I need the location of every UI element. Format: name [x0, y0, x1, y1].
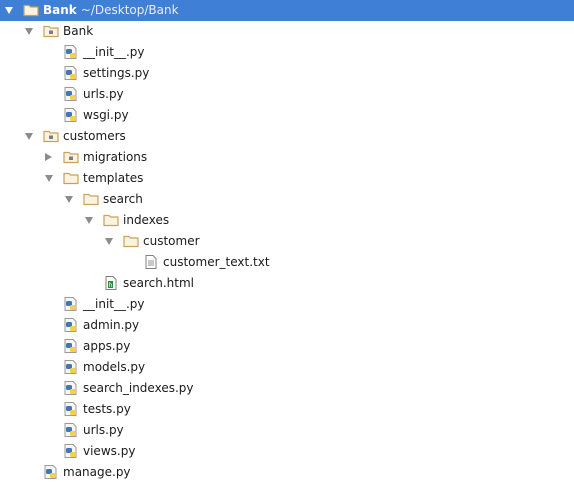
python-file-icon — [63, 380, 79, 396]
package-icon — [43, 23, 59, 39]
tree-row[interactable]: customers — [0, 126, 574, 147]
collapse-arrow-icon[interactable] — [45, 153, 52, 161]
tree-row[interactable]: Bank — [0, 21, 574, 42]
python-file-icon — [63, 401, 79, 417]
folder-icon — [123, 233, 139, 249]
project-path: ~/Desktop/Bank — [80, 3, 179, 17]
tree-item-label: migrations — [83, 150, 148, 164]
tree-row[interactable]: templates — [0, 168, 574, 189]
tree-item-label: Bank ~/Desktop/Bank — [43, 3, 179, 17]
tree-item-label: Bank — [63, 24, 94, 38]
tree-item-label: apps.py — [83, 339, 131, 353]
tree-row[interactable]: urls.py — [0, 84, 574, 105]
tree-row[interactable]: __init__.py — [0, 294, 574, 315]
tree-row[interactable]: tests.py — [0, 399, 574, 420]
python-file-icon — [63, 65, 79, 81]
tree-row[interactable]: Bank ~/Desktop/Bank — [0, 0, 574, 21]
tree-item-label: wsgi.py — [83, 108, 129, 122]
tree-item-label: tests.py — [83, 402, 131, 416]
python-file-icon — [63, 422, 79, 438]
tree-row[interactable]: views.py — [0, 441, 574, 462]
python-file-icon — [63, 107, 79, 123]
tree-item-label: views.py — [83, 444, 136, 458]
expand-arrow-icon[interactable] — [25, 28, 33, 35]
tree-row[interactable]: customer — [0, 231, 574, 252]
python-file-icon — [63, 296, 79, 312]
expand-arrow-icon[interactable] — [5, 7, 13, 14]
package-icon — [63, 149, 79, 165]
python-file-icon — [43, 464, 59, 480]
tree-item-label: customer — [143, 234, 200, 248]
tree-item-label: customer_text.txt — [163, 255, 270, 269]
folder-icon — [83, 191, 99, 207]
python-file-icon — [63, 86, 79, 102]
tree-item-label: __init__.py — [83, 45, 145, 59]
expand-arrow-icon[interactable] — [85, 217, 93, 224]
tree-row[interactable]: search_indexes.py — [0, 378, 574, 399]
tree-item-label: templates — [83, 171, 144, 185]
folder-icon — [63, 170, 79, 186]
tree-row[interactable]: models.py — [0, 357, 574, 378]
tree-row[interactable]: h search.html — [0, 273, 574, 294]
folder-icon — [23, 2, 39, 18]
tree-row[interactable]: customer_text.txt — [0, 252, 574, 273]
tree-item-label: search — [103, 192, 143, 206]
tree-item-label: search_indexes.py — [83, 381, 194, 395]
expand-arrow-icon[interactable] — [25, 133, 33, 140]
tree-row[interactable]: apps.py — [0, 336, 574, 357]
python-file-icon — [63, 359, 79, 375]
tree-item-label: settings.py — [83, 66, 150, 80]
tree-item-label: customers — [63, 129, 126, 143]
tree-item-label: admin.py — [83, 318, 140, 332]
project-tree: Bank ~/Desktop/Bank Bank __init__.py sett… — [0, 0, 574, 490]
package-icon — [43, 128, 59, 144]
tree-item-label: __init__.py — [83, 297, 145, 311]
python-file-icon — [63, 317, 79, 333]
expand-arrow-icon[interactable] — [45, 175, 53, 182]
tree-row[interactable]: manage.py — [0, 462, 574, 483]
text-file-icon — [143, 254, 159, 270]
tree-item-label: search.html — [123, 276, 195, 290]
tree-row[interactable]: urls.py — [0, 420, 574, 441]
tree-row[interactable]: settings.py — [0, 63, 574, 84]
folder-icon — [103, 212, 119, 228]
tree-item-label: urls.py — [83, 423, 124, 437]
tree-item-label: indexes — [123, 213, 170, 227]
tree-row[interactable]: wsgi.py — [0, 105, 574, 126]
svg-text:h: h — [109, 282, 113, 289]
python-file-icon — [63, 338, 79, 354]
html-file-icon: h — [103, 275, 119, 291]
tree-row[interactable]: search — [0, 189, 574, 210]
tree-row[interactable]: admin.py — [0, 315, 574, 336]
tree-row[interactable]: __init__.py — [0, 42, 574, 63]
python-file-icon — [63, 443, 79, 459]
tree-row[interactable]: indexes — [0, 210, 574, 231]
tree-item-label: manage.py — [63, 465, 131, 479]
expand-arrow-icon[interactable] — [105, 238, 113, 245]
expand-arrow-icon[interactable] — [65, 196, 73, 203]
tree-item-label: models.py — [83, 360, 146, 374]
tree-item-label: urls.py — [83, 87, 124, 101]
python-file-icon — [63, 44, 79, 60]
tree-row[interactable]: migrations — [0, 147, 574, 168]
